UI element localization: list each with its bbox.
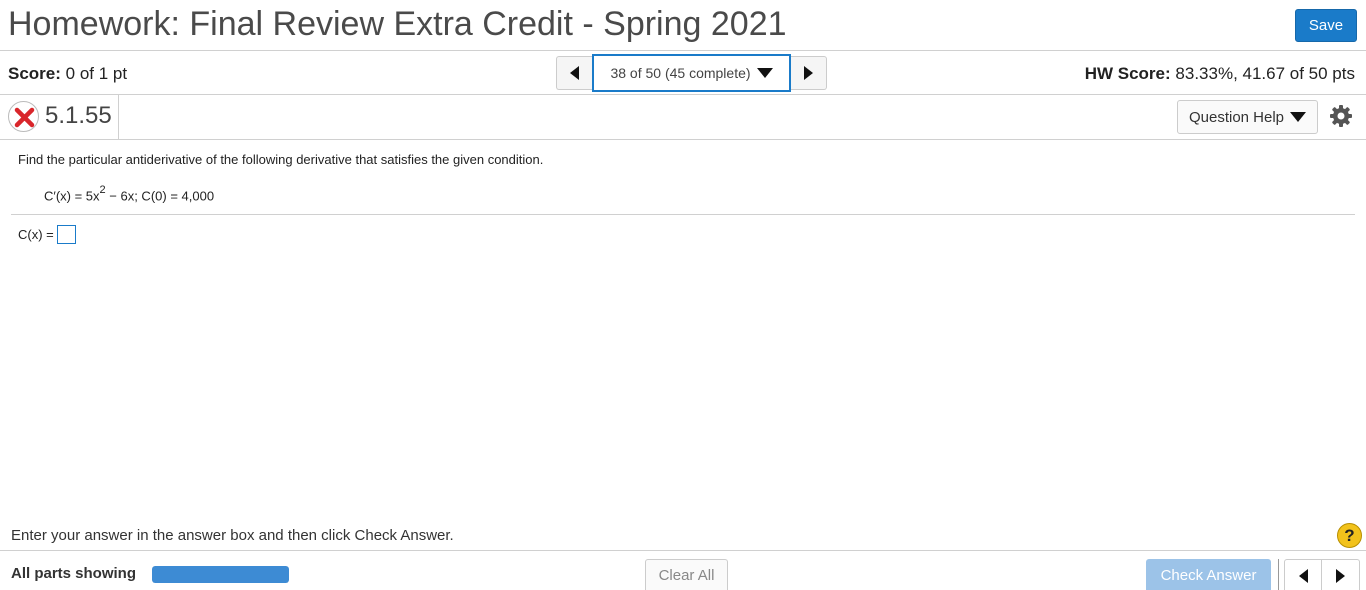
next-question-button[interactable]	[791, 56, 827, 90]
hw-score-value: 83.33%, 41.67 of 50 pts	[1175, 64, 1355, 83]
previous-question-button[interactable]	[556, 56, 592, 90]
parts-showing-label: All parts showing	[11, 565, 137, 582]
progress-fill	[152, 566, 289, 583]
x-mark-icon	[14, 107, 35, 128]
clear-all-button[interactable]: Clear All	[645, 559, 728, 590]
answer-input[interactable]	[56, 225, 76, 244]
parts-progress-bar	[152, 566, 289, 583]
divider	[118, 95, 119, 139]
equation-lhs: C′(x) = 5x	[44, 188, 100, 204]
section-divider	[11, 214, 1355, 215]
homework-title: Homework: Final Review Extra Credit - Sp…	[8, 5, 787, 43]
answer-label: C(x) =	[18, 227, 54, 242]
hw-score-label: HW Score:	[1084, 64, 1171, 83]
homework-header: Homework: Final Review Extra Credit - Sp…	[0, 0, 1366, 51]
score-value: 0 of 1 pt	[65, 64, 128, 83]
question-help-label: Question Help	[1188, 108, 1285, 126]
question-navigator: 38 of 50 (45 complete)	[556, 54, 827, 92]
question-prompt: Find the particular antiderivative of th…	[18, 152, 544, 167]
save-button[interactable]: Save	[1295, 9, 1357, 42]
equation-rest: − 6x; C(0) = 4,000	[105, 188, 215, 204]
answer-instruction: Enter your answer in the answer box and …	[11, 527, 454, 544]
question-select-dropdown[interactable]: 38 of 50 (45 complete)	[592, 54, 791, 92]
footer-next-button[interactable]	[1322, 559, 1360, 590]
question-header: 5.1.55 Question Help	[0, 95, 1366, 140]
homework-page: Homework: Final Review Extra Credit - Sp…	[0, 0, 1366, 590]
footer-divider	[1278, 559, 1279, 590]
answer-row: C(x) =	[18, 225, 76, 244]
derivative-equation: C′(x) = 5x2 − 6x; C(0) = 4,000	[44, 184, 215, 204]
question-help-button[interactable]: Question Help	[1177, 100, 1318, 134]
gear-icon[interactable]	[1329, 104, 1353, 128]
incorrect-status-icon	[8, 101, 39, 132]
triangle-left-icon	[1298, 568, 1308, 583]
footer-bar: All parts showing Clear All Check Answer	[0, 550, 1366, 590]
hw-score: HW Score: 83.33%, 41.67 of 50 pts	[1085, 64, 1355, 84]
footer-previous-button[interactable]	[1284, 559, 1322, 590]
triangle-down-icon	[1290, 112, 1307, 122]
equation-exponent: 2	[99, 184, 106, 196]
question-position: 38 of 50 (45 complete)	[610, 65, 751, 81]
score-label: Score:	[8, 64, 61, 83]
triangle-right-icon	[1336, 568, 1345, 583]
question-number: 5.1.55	[45, 102, 112, 129]
triangle-left-icon	[570, 66, 579, 80]
check-answer-button[interactable]: Check Answer	[1146, 559, 1271, 590]
footer-navigator	[1284, 559, 1360, 590]
help-icon[interactable]: ?	[1337, 523, 1362, 548]
triangle-right-icon	[804, 66, 813, 80]
score-bar: Score: 0 of 1 pt 38 of 50 (45 complete) …	[0, 51, 1366, 95]
question-score: Score: 0 of 1 pt	[8, 64, 127, 84]
triangle-down-icon	[756, 68, 773, 78]
